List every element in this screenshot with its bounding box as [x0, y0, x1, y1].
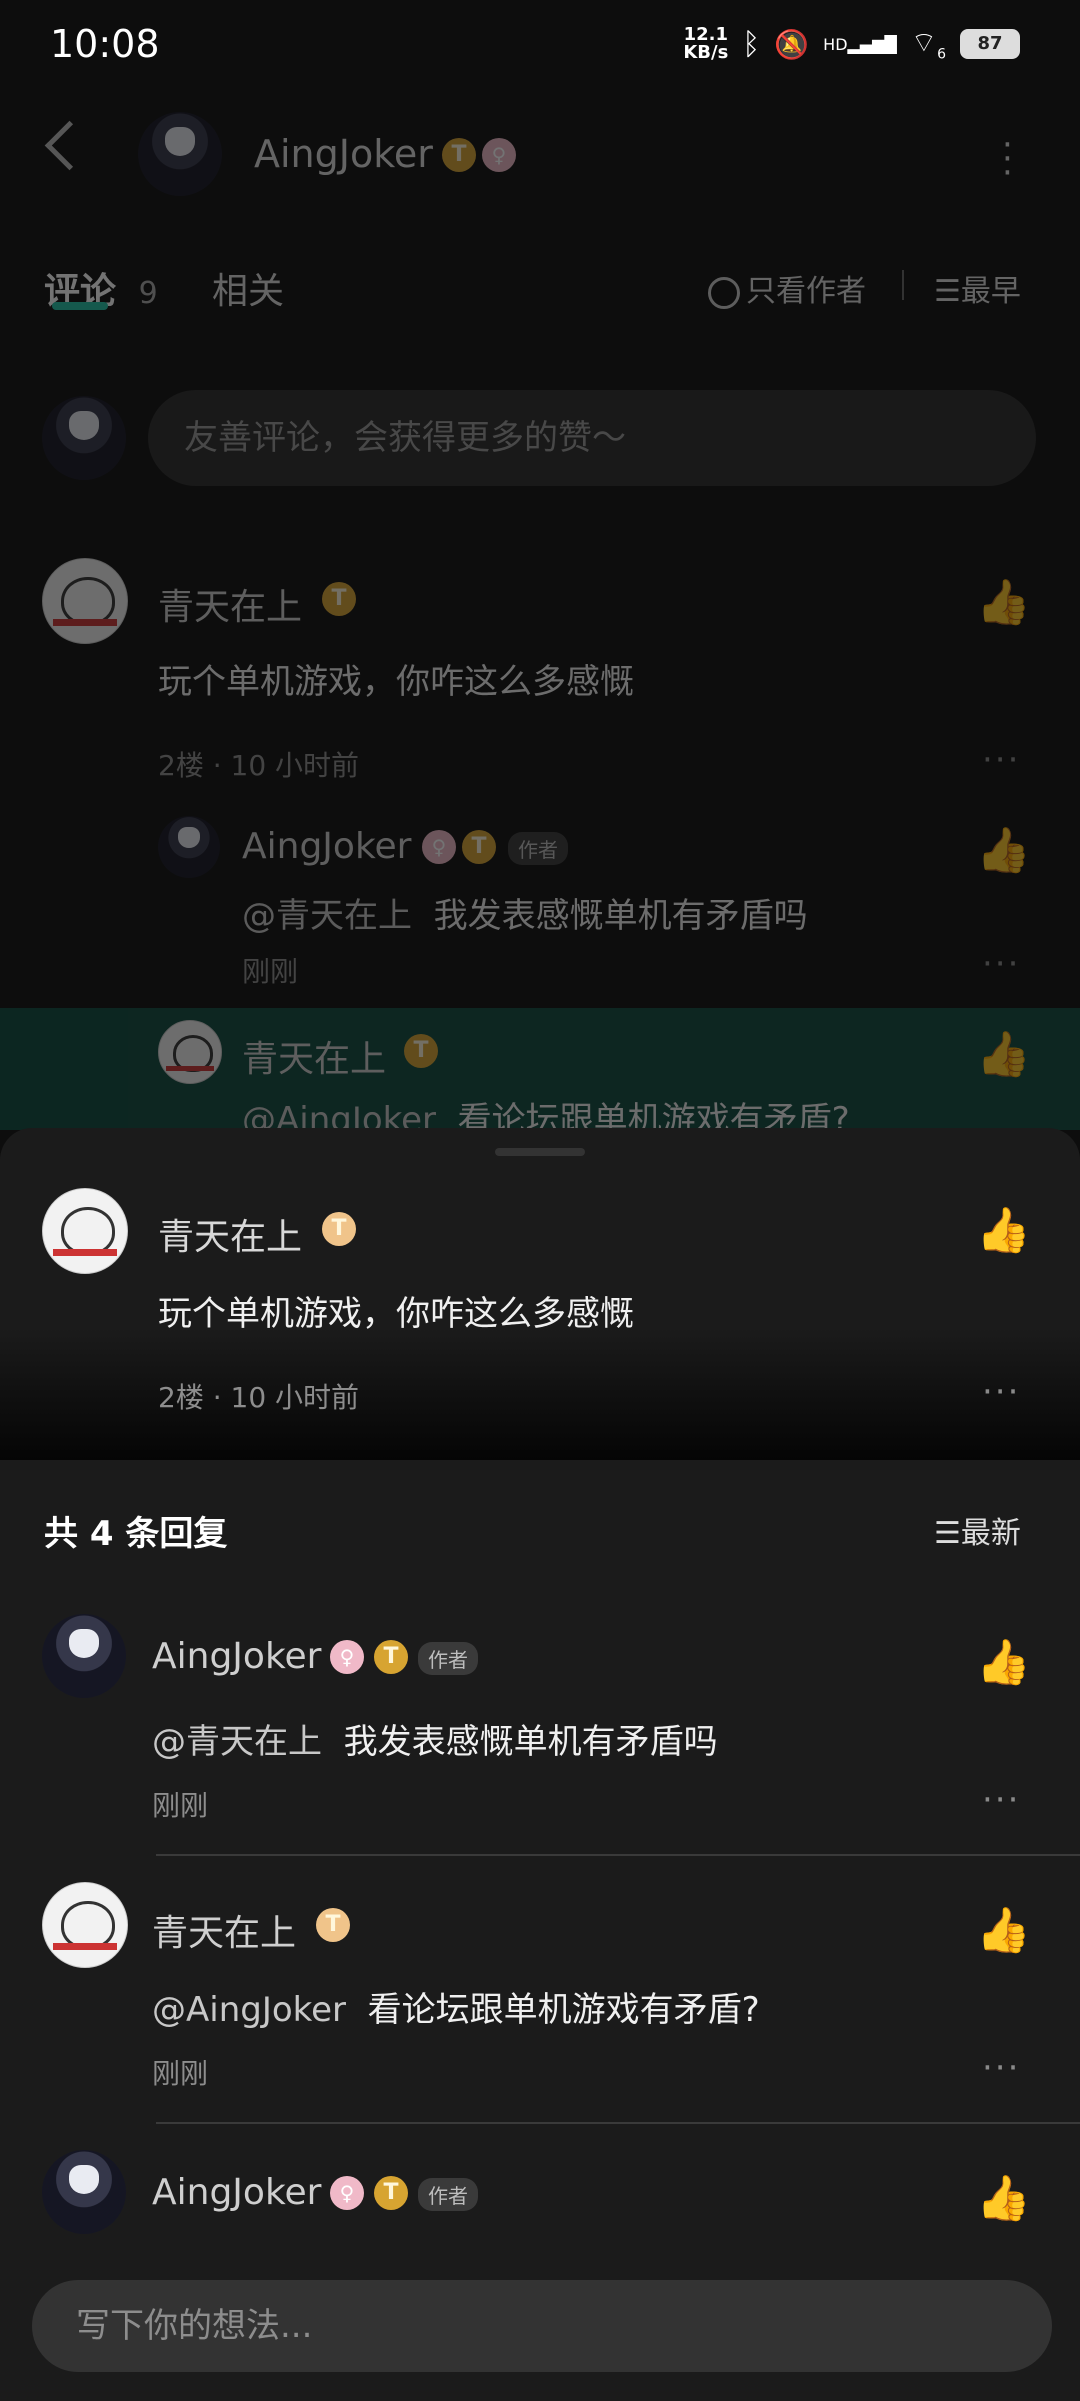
radio-icon: [708, 276, 740, 309]
level-badge-icon: T: [374, 2176, 408, 2210]
reply-meta: 刚刚: [242, 955, 299, 988]
level-badge-icon: T: [462, 830, 496, 864]
tab-related[interactable]: 相关: [212, 262, 284, 314]
reply-name[interactable]: AingJoker: [152, 1636, 321, 1677]
like-icon[interactable]: 👍: [976, 1904, 1031, 1956]
more-dots-icon[interactable]: ···: [982, 1780, 1020, 1820]
commenter-avatar[interactable]: [42, 558, 128, 644]
reply-avatar[interactable]: [158, 1020, 222, 1084]
replies-count-title: 共 4 条回复: [44, 1514, 228, 1554]
comment-text: 玩个单机游戏，你咋这么多感慨: [158, 662, 634, 702]
like-icon[interactable]: 👍: [976, 2172, 1031, 2224]
sort-latest-button[interactable]: ☰最新: [934, 1508, 1021, 1552]
divider: [156, 1854, 1080, 1856]
reply-avatar[interactable]: [158, 816, 220, 878]
commenter-name[interactable]: 青天在上: [158, 578, 302, 630]
focus-avatar[interactable]: [42, 1188, 128, 1274]
like-icon[interactable]: 👍: [976, 1636, 1031, 1688]
author-tag: 作者: [508, 832, 568, 865]
more-dots-icon[interactable]: ···: [982, 740, 1020, 780]
divider-bar: [902, 270, 904, 300]
background-page: AingJoker T ♀ · · · 评论 9 相关 只看作者 ☰最早 友善评论，…: [0, 0, 1080, 1140]
level-badge-icon: T: [374, 1640, 408, 1674]
author-tag: 作者: [418, 1642, 478, 1675]
focus-text: 玩个单机游戏，你咋这么多感慨: [158, 1294, 634, 1334]
focus-meta: 2楼 · 10 小时前: [158, 1381, 360, 1414]
reply-name[interactable]: 青天在上: [152, 1904, 296, 1956]
header-avatar[interactable]: [138, 112, 222, 196]
level-badge-icon: T: [316, 1908, 350, 1942]
only-author-toggle[interactable]: 只看作者: [708, 266, 866, 310]
reply-text: @青天在上 我发表感慨单机有矛盾吗: [152, 1722, 718, 1762]
gender-badge-icon: ♀: [422, 830, 456, 864]
sheet-handle[interactable]: [495, 1148, 585, 1156]
sort-icon: ☰: [934, 274, 961, 309]
reply-input[interactable]: 写下你的想法...: [32, 2280, 1052, 2372]
level-badge-icon: T: [442, 138, 476, 172]
like-icon[interactable]: 👍: [976, 824, 1031, 876]
more-dots-icon[interactable]: ···: [982, 1372, 1020, 1412]
reply-meta: 刚刚: [152, 1789, 209, 1822]
back-icon[interactable]: [44, 120, 95, 171]
gender-badge-icon: ♀: [482, 138, 516, 172]
gender-badge-icon: ♀: [330, 2176, 364, 2210]
author-tag: 作者: [418, 2178, 478, 2211]
gender-badge-icon: ♀: [330, 1640, 364, 1674]
reply-name[interactable]: 青天在上: [242, 1030, 386, 1082]
reply-meta: 刚刚: [152, 2057, 209, 2090]
more-dots-icon[interactable]: ···: [982, 944, 1020, 984]
reply-avatar[interactable]: [42, 1614, 126, 1698]
sort-earliest-button[interactable]: ☰最早: [934, 266, 1021, 310]
level-badge-icon: T: [322, 1212, 356, 1246]
reply-text: @青天在上 我发表感慨单机有矛盾吗: [242, 896, 808, 936]
sort-icon: ☰: [934, 1516, 961, 1551]
level-badge-icon: T: [404, 1034, 438, 1068]
like-icon[interactable]: 👍: [976, 576, 1031, 628]
comment-meta: 2楼 · 10 小时前: [158, 749, 360, 782]
level-badge-icon: T: [322, 582, 356, 616]
divider: [156, 2122, 1080, 2124]
more-icon[interactable]: · · ·: [1002, 128, 1013, 190]
focus-name[interactable]: 青天在上: [158, 1208, 302, 1260]
reply-name[interactable]: AingJoker: [152, 2172, 321, 2213]
like-icon[interactable]: 👍: [976, 1204, 1031, 1256]
comment-input[interactable]: 友善评论，会获得更多的赞～: [148, 390, 1036, 486]
like-icon[interactable]: 👍: [976, 1028, 1031, 1080]
reply-avatar[interactable]: [42, 2150, 126, 2234]
header-username[interactable]: AingJoker: [254, 132, 433, 176]
reply-avatar[interactable]: [42, 1882, 128, 1968]
more-dots-icon[interactable]: ···: [982, 2048, 1020, 2088]
my-avatar: [42, 396, 126, 480]
tab-underline: [52, 302, 108, 310]
reply-name[interactable]: AingJoker: [242, 826, 411, 867]
reply-text: @AingJoker 看论坛跟单机游戏有矛盾?: [152, 1990, 760, 2030]
